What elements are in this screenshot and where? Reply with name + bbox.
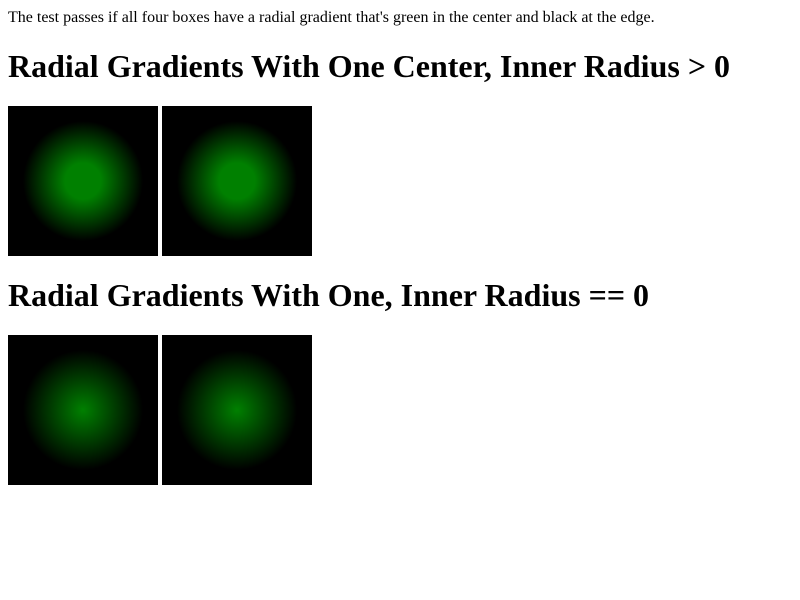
radial-gradient-box — [162, 335, 312, 485]
gradient-row-inner-radius-zero — [8, 335, 792, 485]
gradient-row-inner-radius-positive — [8, 106, 792, 256]
test-description: The test passes if all four boxes have a… — [8, 9, 655, 26]
radial-gradient-box — [8, 106, 158, 256]
radial-gradient-box — [8, 335, 158, 485]
section-heading-inner-radius-positive: Radial Gradients With One Center, Inner … — [8, 48, 731, 84]
section-heading-inner-radius-zero: Radial Gradients With One, Inner Radius … — [8, 277, 650, 313]
radial-gradient-box — [162, 106, 312, 256]
